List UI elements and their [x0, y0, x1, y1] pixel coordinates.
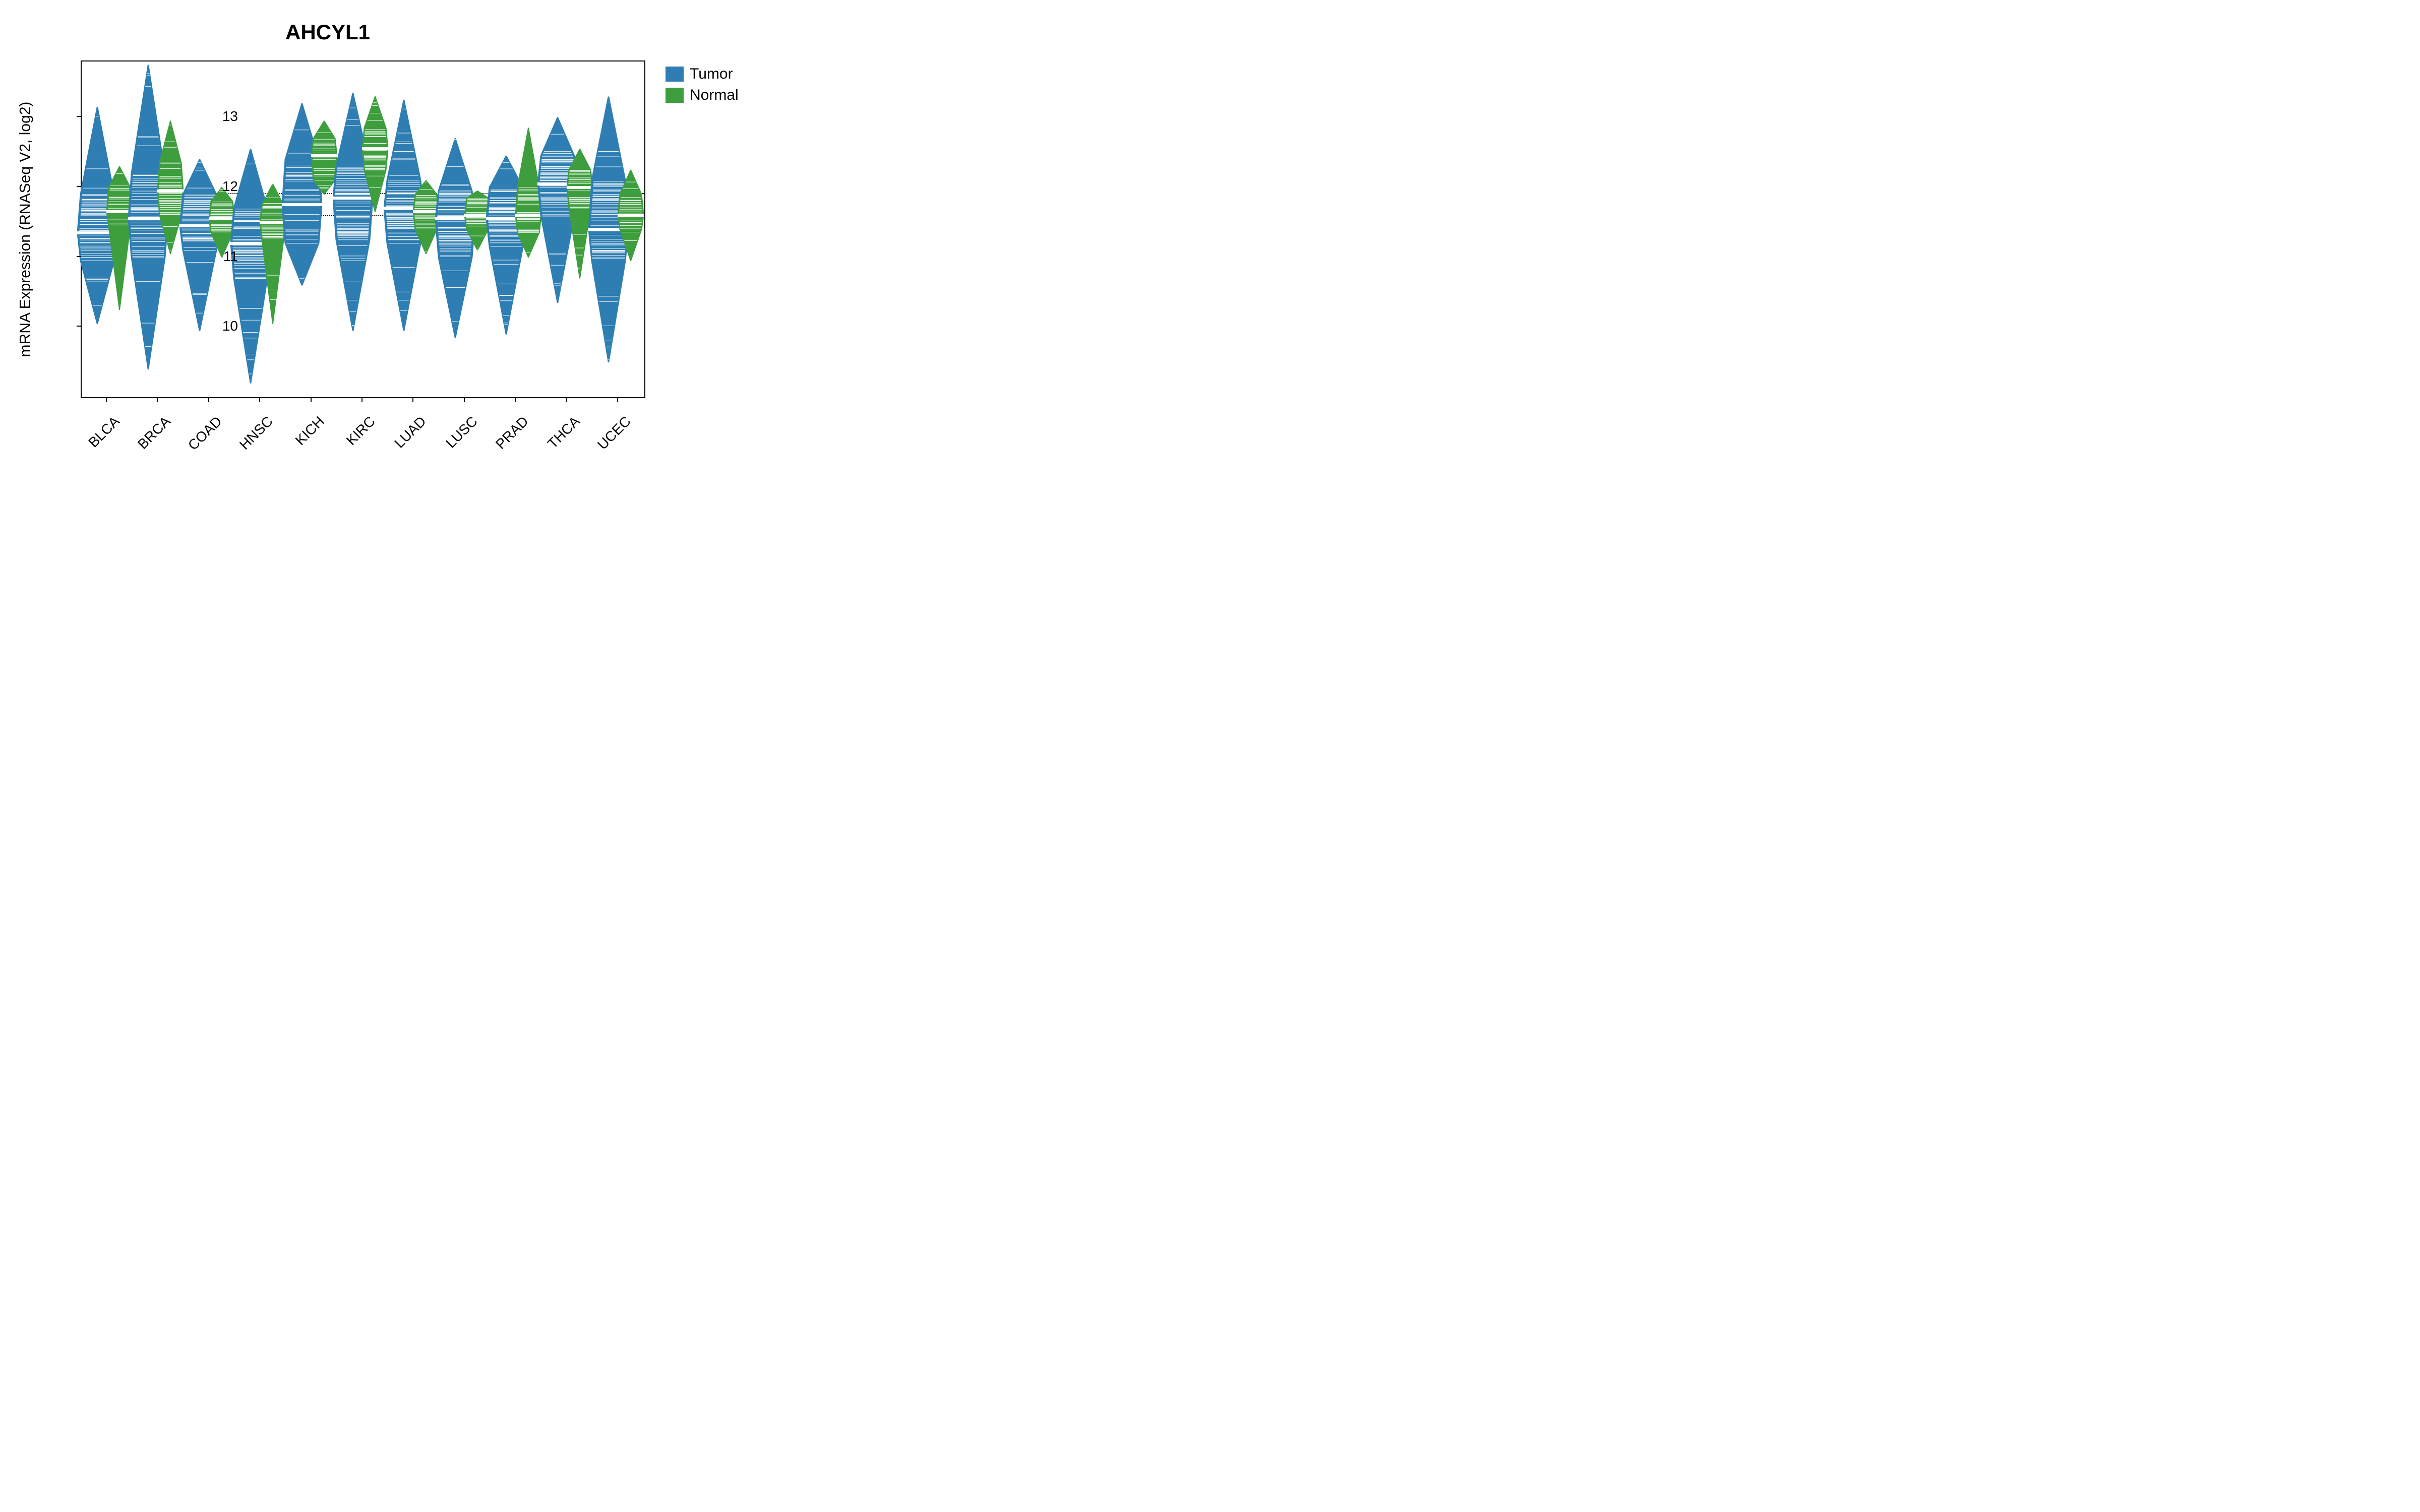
xtick-mark: [157, 398, 158, 402]
ytick-label: 11: [208, 248, 238, 265]
legend: Tumor Normal: [666, 66, 739, 108]
xtick-mark: [566, 398, 567, 402]
legend-label-tumor: Tumor: [690, 66, 733, 83]
ytick-mark: [77, 116, 81, 117]
xtick-label: THCA: [522, 413, 583, 475]
xtick-mark: [106, 398, 107, 402]
xtick-label: KICH: [266, 413, 328, 475]
ytick-label: 12: [208, 178, 238, 195]
xtick-label: BLCA: [62, 413, 123, 475]
ytick-mark: [77, 186, 81, 187]
xtick-label: BRCA: [112, 413, 174, 475]
bean-normal-ucec: [618, 61, 644, 397]
ytick-mark: [77, 326, 81, 327]
xtick-label: LUAD: [368, 413, 430, 475]
legend-swatch-normal: [666, 88, 684, 103]
legend-entry-normal: Normal: [666, 87, 739, 104]
xtick-label: COAD: [164, 413, 225, 475]
xtick-mark: [515, 398, 516, 402]
ytick-label: 10: [208, 318, 238, 334]
xtick-label: HNSC: [215, 413, 276, 475]
ytick-mark: [77, 256, 81, 257]
legend-entry-tumor: Tumor: [666, 66, 739, 83]
y-axis-label: mRNA Expression (RNASeq V2, log2): [15, 60, 35, 398]
chart-title: AHCYL1: [0, 20, 655, 44]
xtick-mark: [361, 398, 362, 402]
xtick-label: KIRC: [317, 413, 379, 475]
ytick-label: 13: [208, 108, 238, 124]
xtick-mark: [208, 398, 209, 402]
xtick-mark: [412, 398, 413, 402]
legend-swatch-tumor: [666, 67, 684, 82]
xtick-label: PRAD: [470, 413, 532, 475]
legend-label-normal: Normal: [690, 87, 739, 104]
xtick-mark: [617, 398, 618, 402]
plot-area: [81, 60, 645, 398]
xtick-mark: [464, 398, 465, 402]
xtick-label: LUSC: [419, 413, 481, 475]
xtick-mark: [259, 398, 260, 402]
xtick-mark: [311, 398, 312, 402]
xtick-label: UCEC: [573, 413, 634, 475]
